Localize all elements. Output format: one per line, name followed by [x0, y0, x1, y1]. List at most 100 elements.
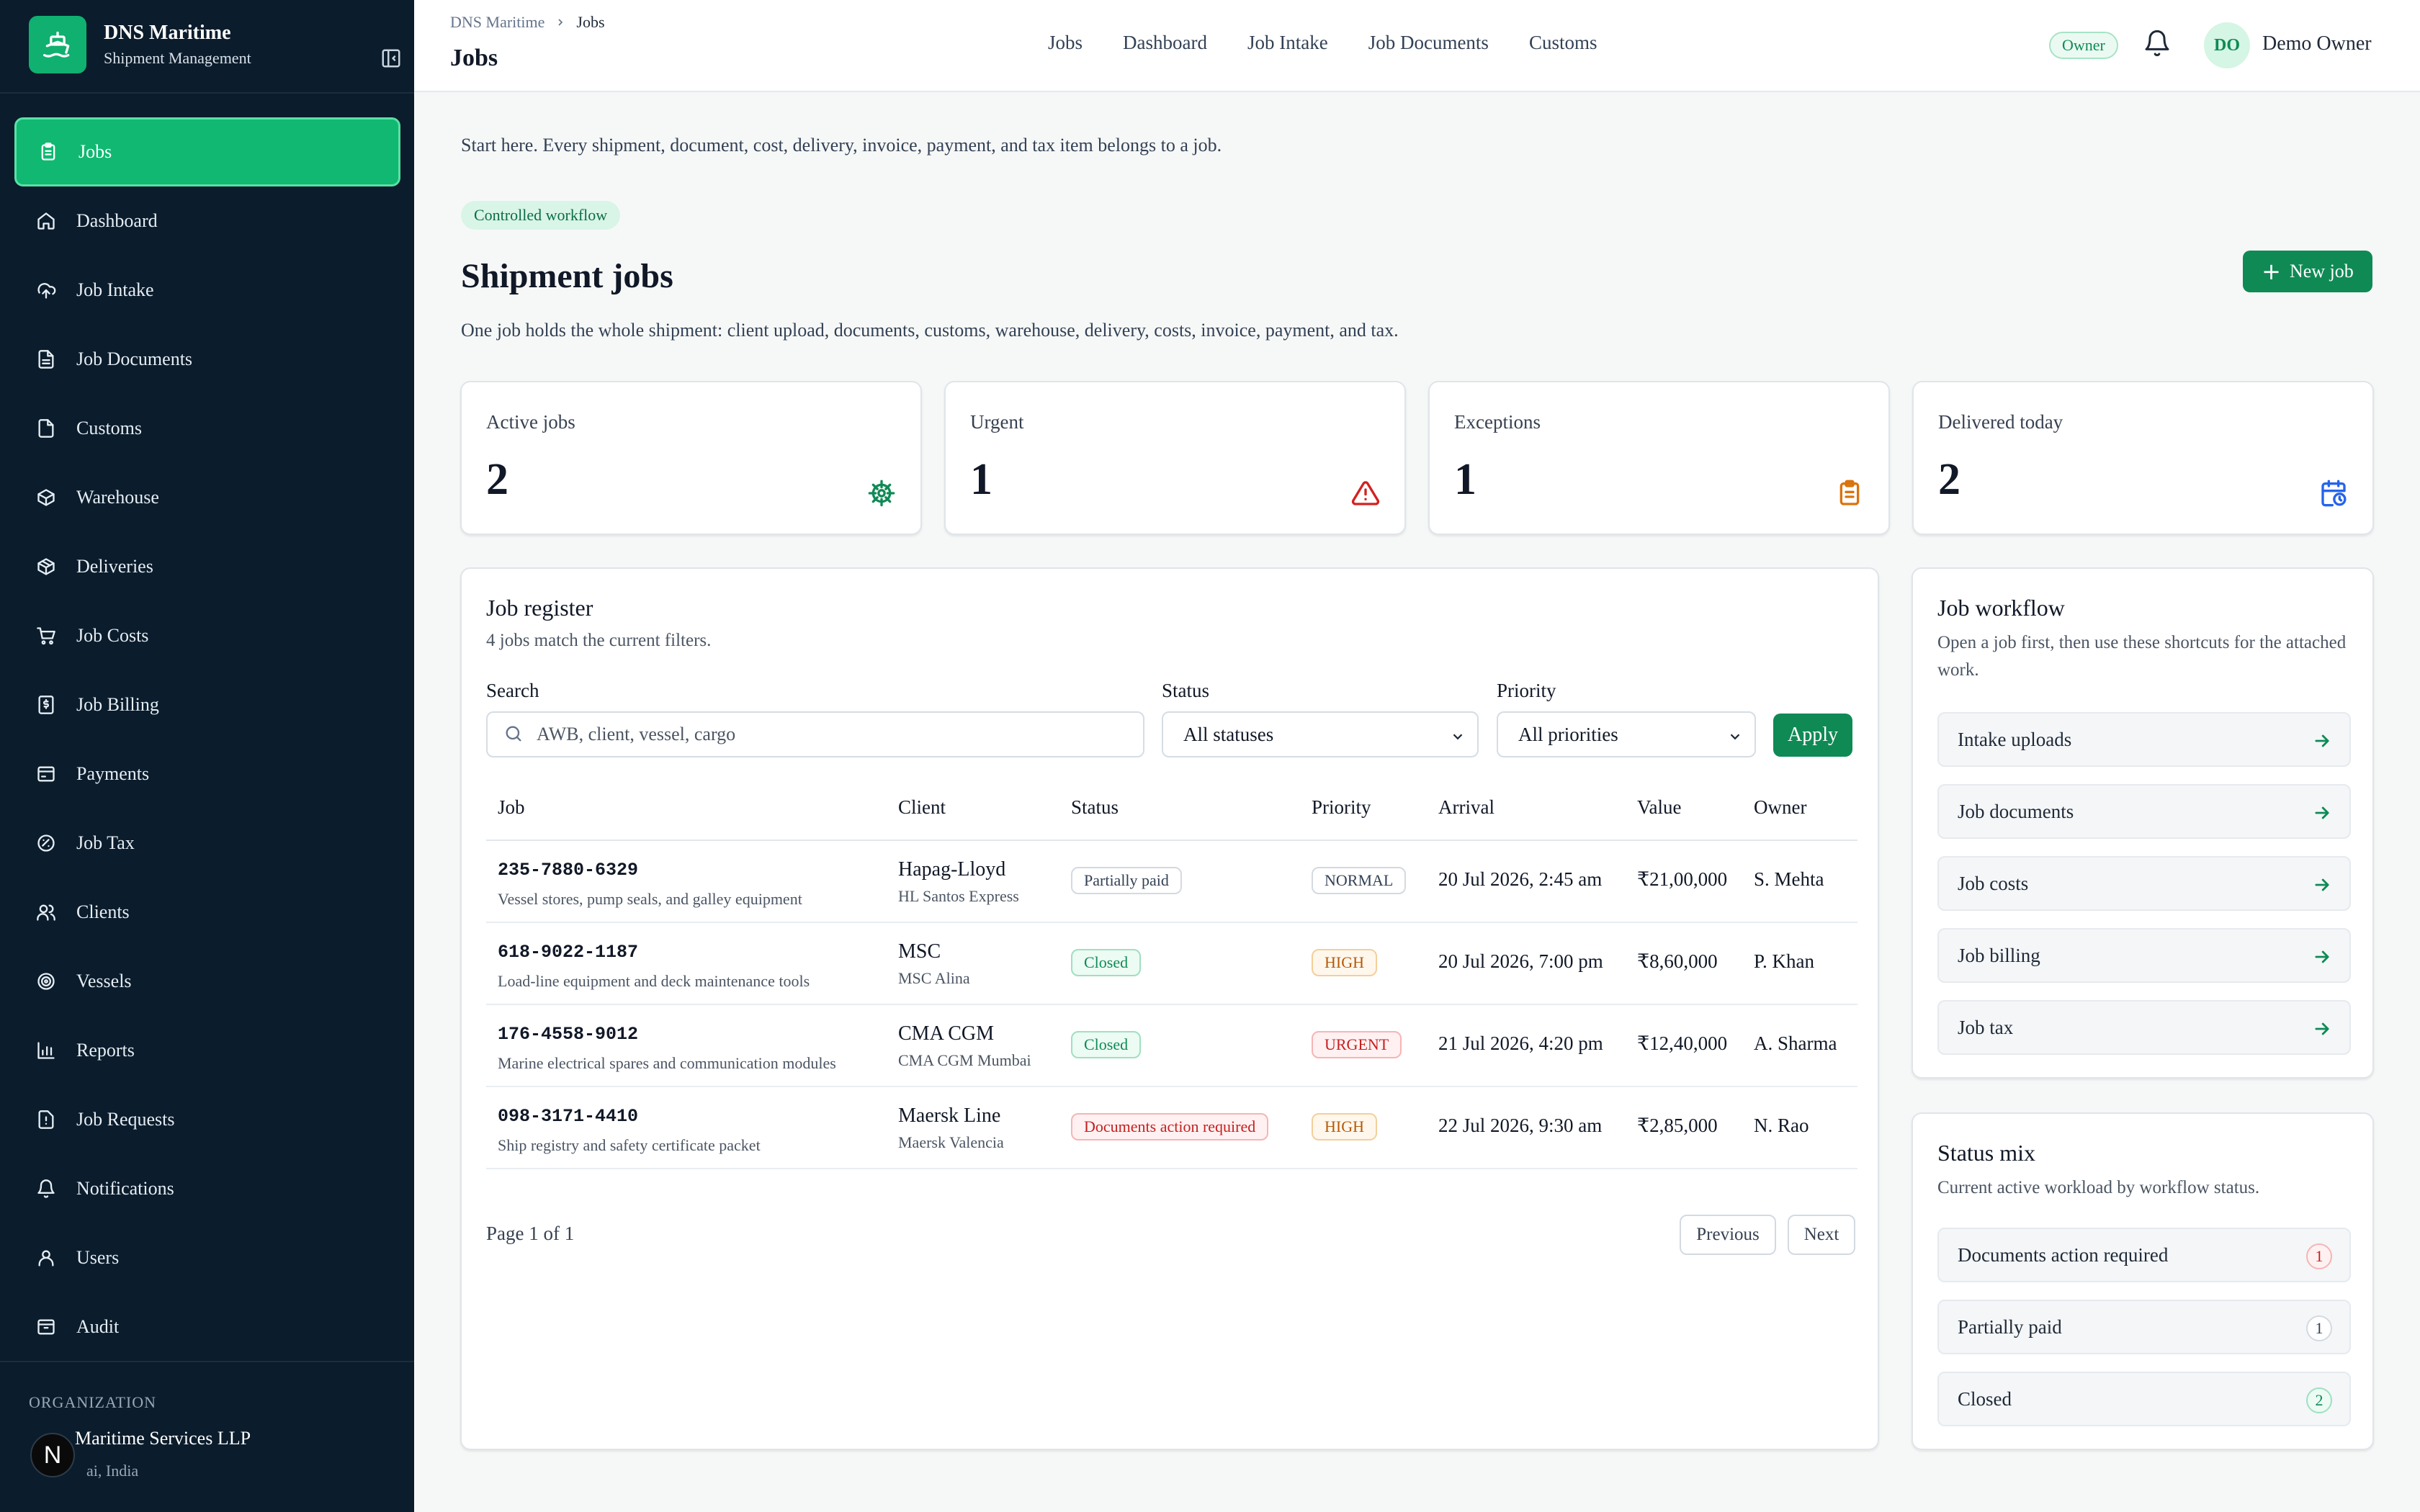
vessel-name: CMA CGM Mumbai: [898, 1051, 1031, 1069]
top-nav-jobs[interactable]: Jobs: [1048, 32, 1083, 54]
sidebar-item-customs[interactable]: Customs: [14, 394, 400, 463]
priority-select[interactable]: All priorities: [1497, 711, 1756, 757]
sidebar-divider: [0, 1361, 414, 1362]
sidebar-item-warehouse[interactable]: Warehouse: [14, 463, 400, 532]
register-subtitle: 4 jobs match the current filters.: [486, 631, 712, 650]
user-name[interactable]: Demo Owner: [2262, 32, 2372, 55]
anchor-icon: [35, 970, 58, 993]
section-title: Shipment jobs: [461, 257, 673, 295]
table-row[interactable]: 098-3171-4410 Ship registry and safety c…: [486, 1087, 1857, 1169]
priority-label: Priority: [1497, 680, 1556, 701]
sidebar-item-job-documents[interactable]: Job Documents: [14, 325, 400, 394]
sidebar-item-job-tax[interactable]: Job Tax: [14, 809, 400, 878]
sidebar-item-audit[interactable]: Audit: [14, 1292, 400, 1362]
shortcut-label: Job documents: [1958, 800, 2074, 822]
job-description: Ship registry and safety certificate pac…: [498, 1136, 761, 1154]
job-id[interactable]: 235-7880-6329: [498, 860, 638, 881]
sidebar-item-dashboard[interactable]: Dashboard: [14, 186, 400, 256]
chevron-right-icon: [555, 17, 566, 28]
sidebar-item-clients[interactable]: Clients: [14, 878, 400, 947]
column-header-status[interactable]: Status: [1071, 796, 1119, 819]
sidebar-item-deliveries[interactable]: Deliveries: [14, 532, 400, 601]
priority-badge: URGENT: [1312, 1031, 1402, 1058]
search-input[interactable]: AWB, client, vessel, cargo: [486, 711, 1144, 757]
sidebar-item-payments[interactable]: Payments: [14, 739, 400, 809]
vessel-name: HL Santos Express: [898, 887, 1019, 905]
breadcrumb: DNS Maritime Jobs: [450, 13, 605, 32]
sidebar-item-label: Warehouse: [76, 487, 159, 508]
arrow-right-icon: [2312, 803, 2332, 823]
sidebar-item-job-billing[interactable]: Job Billing: [14, 670, 400, 739]
sidebar-item-jobs[interactable]: Jobs: [14, 117, 400, 186]
bell-icon[interactable]: [2143, 29, 2174, 60]
client-name: Maersk Line: [898, 1104, 1001, 1127]
topbar: DNS Maritime Jobs Jobs Jobs Dashboard Jo…: [414, 0, 2420, 92]
arrow-right-icon: [2312, 947, 2332, 967]
job-id[interactable]: 618-9022-1187: [498, 942, 638, 963]
column-header-owner[interactable]: Owner: [1754, 796, 1806, 819]
breadcrumb-root[interactable]: DNS Maritime: [450, 13, 544, 32]
new-job-label: New job: [2289, 261, 2354, 282]
workflow-subtitle: Open a job first, then use these shortcu…: [1937, 633, 2347, 680]
job-description: Marine electrical spares and communicati…: [498, 1054, 836, 1072]
top-nav-job-intake[interactable]: Job Intake: [1247, 32, 1328, 54]
org-location: ai, India: [86, 1462, 139, 1480]
status-select[interactable]: All statuses: [1162, 711, 1479, 757]
column-header-arrival[interactable]: Arrival: [1438, 796, 1494, 819]
shortcut-job-documents[interactable]: Job documents: [1937, 784, 2351, 839]
sidebar-item-label: Job Documents: [76, 348, 193, 369]
shortcut-intake-uploads[interactable]: Intake uploads: [1937, 712, 2351, 767]
table-row[interactable]: 235-7880-6329 Vessel stores, pump seals,…: [486, 841, 1857, 923]
stat-card-active-jobs: Active jobs 2: [460, 381, 922, 535]
status-mix-label: Documents action required: [1958, 1243, 2169, 1266]
apply-button[interactable]: Apply: [1773, 714, 1852, 757]
sidebar-collapse-icon[interactable]: [379, 46, 403, 71]
sidebar-item-label: Dashboard: [76, 210, 158, 231]
sidebar-item-label: Clients: [76, 901, 130, 922]
shortcut-job-tax[interactable]: Job tax: [1937, 1000, 2351, 1055]
avatar[interactable]: DO: [2204, 22, 2250, 68]
job-id[interactable]: 176-4558-9012: [498, 1024, 638, 1045]
sidebar-item-label: Job Costs: [76, 625, 149, 646]
column-header-job[interactable]: Job: [498, 796, 525, 819]
previous-button[interactable]: Previous: [1680, 1215, 1776, 1255]
sidebar-item-vessels[interactable]: Vessels: [14, 947, 400, 1016]
column-header-priority[interactable]: Priority: [1312, 796, 1371, 819]
sidebar-item-job-costs[interactable]: Job Costs: [14, 601, 400, 670]
next-button[interactable]: Next: [1788, 1215, 1855, 1255]
status-mix-label: Closed: [1958, 1387, 2012, 1410]
table-row[interactable]: 176-4558-9012 Marine electrical spares a…: [486, 1005, 1857, 1087]
owner-cell: A. Sharma: [1754, 1032, 1837, 1054]
sidebar-item-job-requests[interactable]: Job Requests: [14, 1085, 400, 1154]
shortcut-job-costs[interactable]: Job costs: [1937, 856, 2351, 911]
value-cell: ₹21,00,000: [1637, 868, 1728, 890]
top-nav-dashboard[interactable]: Dashboard: [1123, 32, 1207, 54]
stat-label: Active jobs: [486, 411, 575, 433]
top-nav-customs[interactable]: Customs: [1529, 32, 1597, 54]
sidebar-item-users[interactable]: Users: [14, 1223, 400, 1292]
sidebar-item-reports[interactable]: Reports: [14, 1016, 400, 1085]
stat-label: Urgent: [970, 411, 1024, 433]
upload-cloud-icon: [35, 279, 58, 302]
top-nav-job-documents[interactable]: Job Documents: [1368, 32, 1489, 54]
status-label: Status: [1162, 680, 1210, 701]
sidebar-item-notifications[interactable]: Notifications: [14, 1154, 400, 1223]
status-mix-count: 1: [2306, 1243, 2332, 1269]
shortcut-label: Job tax: [1958, 1016, 2014, 1038]
n-badge[interactable]: N: [30, 1433, 75, 1477]
brand-name: DNS Maritime: [104, 22, 231, 44]
shortcut-label: Job costs: [1958, 872, 2029, 894]
column-header-client[interactable]: Client: [898, 796, 946, 819]
page-title: Jobs: [450, 45, 498, 71]
client-name: CMA CGM: [898, 1022, 995, 1045]
priority-badge: HIGH: [1312, 1113, 1377, 1140]
org-label: ORGANIZATION: [29, 1393, 156, 1411]
job-id[interactable]: 098-3171-4410: [498, 1106, 638, 1127]
shortcut-job-billing[interactable]: Job billing: [1937, 928, 2351, 983]
sidebar-item-job-intake[interactable]: Job Intake: [14, 256, 400, 325]
column-header-value[interactable]: Value: [1637, 796, 1681, 819]
users-icon: [35, 901, 58, 924]
org-name: Maritime Services LLP: [75, 1428, 251, 1449]
table-row[interactable]: 618-9022-1187 Load-line equipment and de…: [486, 923, 1857, 1005]
new-job-button[interactable]: + New job: [2243, 251, 2372, 292]
